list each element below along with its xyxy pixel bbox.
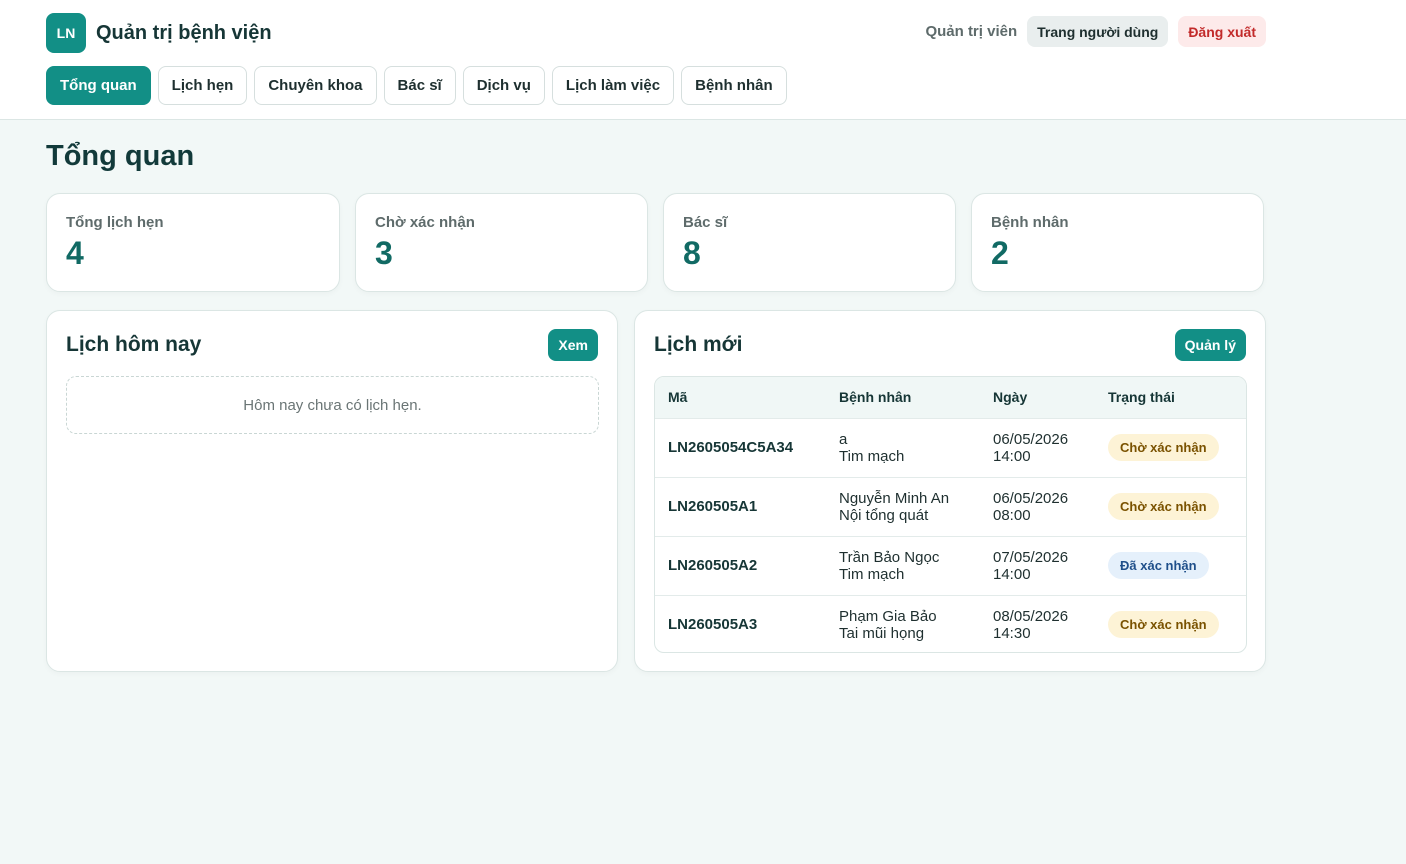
status-badge: Đã xác nhận xyxy=(1108,552,1209,579)
date-cell: 06/05/2026 08:00 xyxy=(980,477,1095,536)
date-cell: 06/05/2026 14:00 xyxy=(980,418,1095,477)
column-header-patient: Bệnh nhân xyxy=(839,389,912,406)
card-title: Lịch mới xyxy=(654,333,743,356)
patient-name: Nguyễn Minh An xyxy=(839,489,950,507)
stat-card-patients: Bệnh nhân 2 xyxy=(971,193,1264,292)
date: 08/05/2026 xyxy=(993,607,1069,625)
tab-specialties[interactable]: Chuyên khoa xyxy=(254,66,377,105)
patient-name: Trần Bảo Ngọc xyxy=(839,548,940,566)
table-row[interactable]: LN260505A3 Phạm Gia Bảo Tai mũi họng 08/0… xyxy=(655,595,1246,652)
department: Tai mũi họng xyxy=(839,624,925,642)
card-title: Lịch hôm nay xyxy=(66,333,202,356)
column-header-status: Trạng thái xyxy=(1108,389,1175,406)
time: 14:00 xyxy=(993,565,1031,583)
main-nav: Tổng quan Lịch hẹn Chuyên khoa Bác sĩ Dị… xyxy=(46,66,787,105)
status-badge: Chờ xác nhận xyxy=(1108,611,1219,639)
status-cell: Chờ xác nhận xyxy=(1095,595,1246,652)
time: 08:00 xyxy=(993,506,1031,524)
tab-services[interactable]: Dịch vụ xyxy=(462,66,545,105)
table-row[interactable]: LN260505A2 Trần Bảo Ngọc Tim mạch 07/05/2… xyxy=(655,536,1246,595)
stat-label: Bác sĩ xyxy=(683,214,728,231)
department: Tim mạch xyxy=(839,565,905,583)
status-badge: Chờ xác nhận xyxy=(1108,434,1219,461)
stat-card-doctors: Bác sĩ 8 xyxy=(663,193,956,292)
patient-name: a xyxy=(839,430,848,448)
status-badge: Chờ xác nhận xyxy=(1108,493,1219,520)
logo: LN xyxy=(46,13,86,53)
app-title: Quản trị bệnh viện xyxy=(96,21,272,44)
today-schedule-card: Lịch hôm nay Xem Hôm nay chưa có lịch hẹ… xyxy=(46,310,618,672)
department: Nội tổng quát xyxy=(839,506,929,524)
stat-value: 2 xyxy=(991,235,1009,271)
status-cell: Chờ xác nhận xyxy=(1095,418,1246,477)
appointment-code: LN260505A1 xyxy=(668,498,758,515)
stat-label: Bệnh nhân xyxy=(991,214,1069,231)
table-row[interactable]: LN2605054C5A34 a Tim mạch 06/05/2026 14:00… xyxy=(655,418,1246,477)
tab-doctors[interactable]: Bác sĩ xyxy=(383,66,456,105)
date: 06/05/2026 xyxy=(993,430,1069,448)
time: 14:30 xyxy=(993,624,1031,642)
manage-button[interactable]: Quản lý xyxy=(1174,329,1246,361)
date: 06/05/2026 xyxy=(993,489,1069,507)
appointment-code: LN260505A2 xyxy=(668,557,758,574)
tab-appointments[interactable]: Lịch hẹn xyxy=(157,66,248,105)
card-header: Lịch mới Quản lý xyxy=(654,329,1246,361)
table-row[interactable]: LN260505A1 Nguyễn Minh An Nội tổng quát 0… xyxy=(655,477,1246,536)
brand[interactable]: LN Quản trị bệnh viện xyxy=(46,13,272,53)
tab-schedules[interactable]: Lịch làm việc xyxy=(551,66,675,105)
user-area: Quản trị viên Trang người dùng Đăng xuất xyxy=(925,16,1266,47)
appointment-code: LN2605054C5A34 xyxy=(668,439,794,456)
stat-value: 8 xyxy=(683,235,701,271)
patient-cell: a Tim mạch xyxy=(826,418,980,477)
top-bar: LN Quản trị bệnh viện Quản trị viên Tran… xyxy=(0,0,1406,120)
user-role: Quản trị viên xyxy=(925,23,1018,40)
stats-row: Tổng lịch hẹn 4 Chờ xác nhận 3 Bác sĩ 8 … xyxy=(46,193,1264,292)
logout-button[interactable]: Đăng xuất xyxy=(1178,16,1266,47)
recent-appointments-card: Lịch mới Quản lý Mã Bệnh nhân Ngày Trạng… xyxy=(634,310,1266,672)
status-cell: Chờ xác nhận xyxy=(1095,477,1246,536)
column-header-date: Ngày xyxy=(993,389,1028,406)
card-header: Lịch hôm nay Xem xyxy=(66,329,598,361)
appointment-code: LN260505A3 xyxy=(668,616,758,634)
empty-state: Hôm nay chưa có lịch hẹn. xyxy=(66,376,599,434)
tab-patients[interactable]: Bệnh nhân xyxy=(681,66,787,105)
patient-cell: Phạm Gia Bảo Tai mũi họng xyxy=(826,595,980,652)
stat-card-total-appointments: Tổng lịch hẹn 4 xyxy=(46,193,340,292)
appointments-table: Mã Bệnh nhân Ngày Trạng thái LN2605054C5… xyxy=(654,376,1247,653)
stat-label: Tổng lịch hẹn xyxy=(66,214,164,231)
date: 07/05/2026 xyxy=(993,548,1069,566)
stat-card-pending: Chờ xác nhận 3 xyxy=(355,193,648,292)
status-cell: Đã xác nhận xyxy=(1095,536,1246,595)
patient-cell: Trần Bảo Ngọc Tim mạch xyxy=(826,536,980,595)
patient-cell: Nguyễn Minh An Nội tổng quát xyxy=(826,477,980,536)
department: Tim mạch xyxy=(839,447,905,465)
stat-value: 3 xyxy=(375,235,393,271)
page-title: Tổng quan xyxy=(46,140,195,172)
stat-value: 4 xyxy=(66,235,84,271)
table-header-row: Mã Bệnh nhân Ngày Trạng thái xyxy=(655,377,1246,418)
user-page-button[interactable]: Trang người dùng xyxy=(1027,16,1169,47)
view-button[interactable]: Xem xyxy=(548,329,598,361)
time: 14:00 xyxy=(993,447,1031,465)
date-cell: 07/05/2026 14:00 xyxy=(980,536,1095,595)
date-cell: 08/05/2026 14:30 xyxy=(980,595,1095,652)
patient-name: Phạm Gia Bảo xyxy=(839,607,937,625)
stat-label: Chờ xác nhận xyxy=(375,214,475,231)
tab-overview[interactable]: Tổng quan xyxy=(46,66,151,105)
column-header-code: Mã xyxy=(668,389,688,406)
